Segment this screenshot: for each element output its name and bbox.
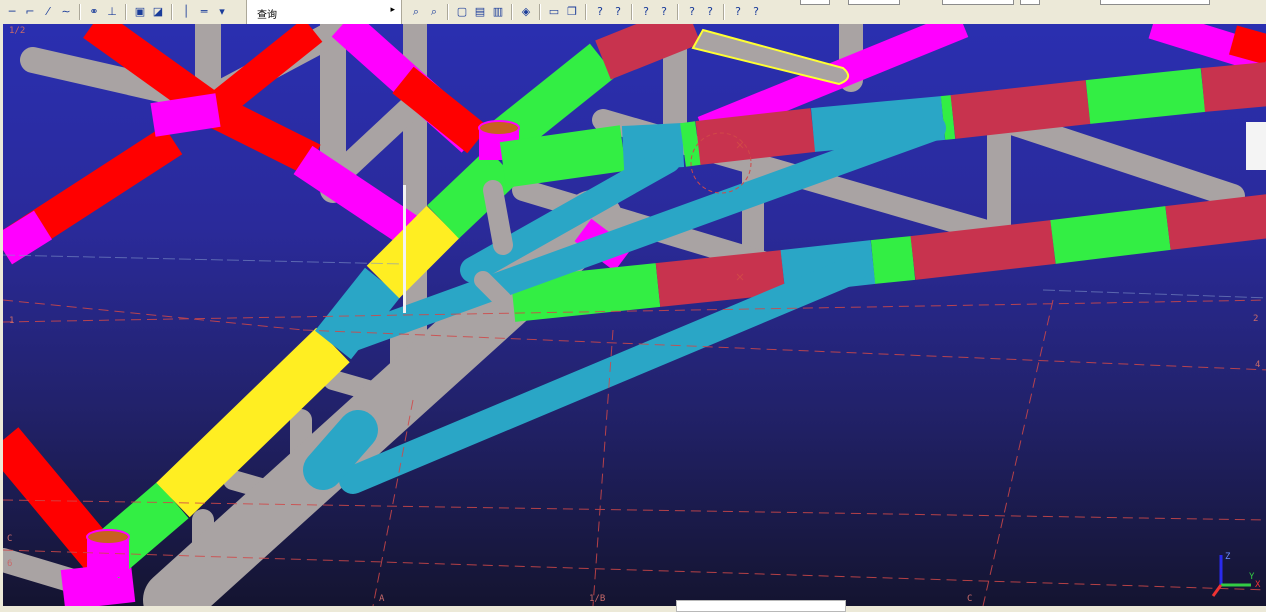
toolbar-separator xyxy=(539,4,541,20)
red-member[interactable] xyxy=(205,94,321,176)
query-weld-icon[interactable]: ? xyxy=(638,4,654,20)
magenta-member[interactable] xyxy=(150,93,221,137)
selected-member[interactable] xyxy=(691,28,850,86)
model-view-3d[interactable]: 1/2 A 1/B C 4 2 1 6 C Z Y X xyxy=(0,24,1266,606)
column-icon[interactable]: ⊥ xyxy=(104,4,120,20)
grid-label: 2 xyxy=(1253,314,1259,324)
toolbar-separator xyxy=(585,4,587,20)
gray-web[interactable] xyxy=(483,180,513,255)
report-icon[interactable]: ? xyxy=(748,4,764,20)
query-menu[interactable]: 查询 ▸ xyxy=(246,0,402,24)
toolbar-field-3[interactable] xyxy=(942,0,1014,5)
cyan-member[interactable] xyxy=(621,123,685,170)
status-bar xyxy=(0,606,1266,610)
magenta-member[interactable] xyxy=(60,562,136,606)
query-part-icon[interactable]: ? xyxy=(610,4,626,20)
windows-icon[interactable]: ❐ xyxy=(564,4,580,20)
toolbar-separator xyxy=(125,4,127,20)
zoom-in-icon[interactable]: ⌕ xyxy=(408,4,424,20)
grid-label: C xyxy=(7,534,13,544)
toolbar-separator xyxy=(723,4,725,20)
status-progress-slider[interactable] xyxy=(676,600,846,612)
toolbar-separator xyxy=(79,4,81,20)
crimson-member[interactable] xyxy=(655,250,786,307)
window-split-h-icon[interactable]: ▤ xyxy=(472,4,488,20)
magenta-member[interactable] xyxy=(3,210,53,265)
zoom-out-icon[interactable]: ⌕ xyxy=(426,4,442,20)
toolbar-separator xyxy=(511,4,513,20)
part-icon[interactable]: ◪ xyxy=(150,4,166,20)
connection-icon[interactable]: ⚭ xyxy=(86,4,102,20)
gray-beam[interactable] xyxy=(991,108,1245,208)
crimson-member[interactable] xyxy=(1201,62,1266,112)
submenu-arrow-icon: ▸ xyxy=(390,5,395,15)
crimson-member[interactable] xyxy=(950,80,1091,139)
brace-icon[interactable]: ⁄ xyxy=(40,4,56,20)
grid-label: 6 xyxy=(7,559,13,569)
inquire-icon[interactable]: ? xyxy=(684,4,700,20)
query-object-icon[interactable]: ? xyxy=(592,4,608,20)
green-member[interactable] xyxy=(870,236,916,284)
crimson-member[interactable] xyxy=(1165,194,1266,250)
inquire-assembly-icon[interactable]: ? xyxy=(702,4,718,20)
toolbar-group-modeling: ─ ⌐ ⁄ ∼ ⚭ ⊥ ▣ ◪ │ ═ ▾ xyxy=(4,2,230,22)
query-bolt-icon[interactable]: ? xyxy=(656,4,672,20)
axis-label-x: X xyxy=(1255,580,1261,590)
toolbar-separator xyxy=(677,4,679,20)
crimson-member[interactable] xyxy=(695,108,816,165)
axis-label-z: Z xyxy=(1225,552,1231,562)
green-member[interactable] xyxy=(510,263,661,322)
green-member[interactable] xyxy=(1085,68,1206,124)
horizontal-member-icon[interactable]: ═ xyxy=(196,4,212,20)
green-member[interactable] xyxy=(680,121,701,167)
toolbar-field-2[interactable] xyxy=(848,0,900,5)
model-scene[interactable] xyxy=(3,24,1266,606)
grid-label: C xyxy=(967,594,973,604)
curved-beam-icon[interactable]: ∼ xyxy=(58,4,74,20)
vertical-member-icon[interactable]: │ xyxy=(178,4,194,20)
toolbar-field-5[interactable] xyxy=(1100,0,1210,5)
query-menu-label: 查询 xyxy=(257,10,277,21)
beam-icon[interactable]: ⌐ xyxy=(22,4,38,20)
model-icon[interactable]: ◈ xyxy=(518,4,534,20)
view-list-icon[interactable]: ▭ xyxy=(546,4,562,20)
side-panel-handle[interactable] xyxy=(1246,122,1266,170)
toolbar-group-view: ⌕ ⌕ ▢ ▤ ▥ ◈ ▭ ❐???????? xyxy=(408,2,764,22)
line-icon[interactable]: ─ xyxy=(4,4,20,20)
window-split-v-icon[interactable]: ▥ xyxy=(490,4,506,20)
crimson-member[interactable] xyxy=(910,220,1056,280)
view-toolbar: ⌕ ⌕ ▢ ▤ ▥ ◈ ▭ ❐???????? xyxy=(402,0,1266,24)
cyan-brace[interactable] xyxy=(303,410,378,490)
red-member[interactable] xyxy=(203,24,323,122)
toolbar-field-1[interactable] xyxy=(800,0,830,5)
red-member[interactable] xyxy=(1228,25,1266,65)
toolbar-separator xyxy=(447,4,449,20)
grid-label: 1/B xyxy=(589,594,606,604)
grid-label: A xyxy=(379,594,385,604)
green-member[interactable] xyxy=(940,95,956,140)
green-member[interactable] xyxy=(1050,206,1171,264)
axis-indicator xyxy=(1211,555,1251,597)
window-tile-icon[interactable]: ▢ xyxy=(454,4,470,20)
toolbar-separator xyxy=(631,4,633,20)
axis-label-y: Y xyxy=(1249,572,1255,582)
measure-icon[interactable]: ? xyxy=(730,4,746,20)
view-label: 1/2 xyxy=(9,26,26,36)
cursor-guide xyxy=(403,185,406,313)
assembly-icon[interactable]: ▣ xyxy=(132,4,148,20)
green-member[interactable] xyxy=(499,125,627,188)
grid-label: 4 xyxy=(1255,360,1261,370)
toolbar-field-4[interactable] xyxy=(1020,0,1040,5)
toolbar-separator xyxy=(171,4,173,20)
dropdown-arrow-icon[interactable]: ▾ xyxy=(214,4,230,20)
grid-label: 1 xyxy=(9,316,15,326)
